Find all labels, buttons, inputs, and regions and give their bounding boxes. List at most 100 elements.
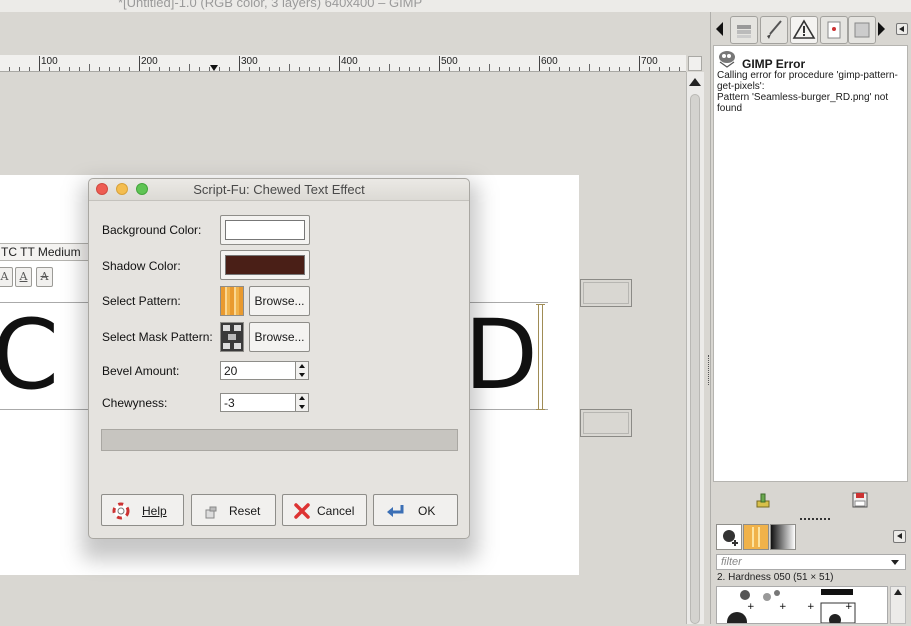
cancel-button[interactable]: Cancel (282, 494, 367, 526)
mask-pattern-preview[interactable] (220, 322, 244, 352)
tab-patterns[interactable] (848, 16, 876, 44)
bevel-amount-value: 20 (224, 364, 238, 378)
chewyness-label: Chewyness: (102, 396, 168, 410)
tab-brushes[interactable] (760, 16, 788, 44)
brush-grid[interactable]: + + + + (716, 586, 888, 626)
browse-pattern-button[interactable]: Browse... (249, 286, 310, 316)
ruler-minor-tick (599, 67, 600, 71)
mask-pattern-icon (223, 325, 241, 349)
brushes-menu-button[interactable] (893, 530, 906, 543)
ruler-minor-tick (389, 64, 390, 71)
pattern-preview[interactable] (220, 286, 244, 316)
transform-handle-bottom[interactable] (580, 409, 632, 437)
dock-grip[interactable] (800, 518, 830, 521)
font-name: TC TT Medium (1, 245, 81, 259)
navigate-corner-button[interactable] (688, 56, 702, 71)
ok-label: OK (418, 504, 436, 518)
pattern-swatch-icon (747, 527, 765, 547)
tab-scroll-left-icon[interactable] (716, 22, 723, 36)
chevron-down-icon[interactable] (891, 560, 899, 565)
text-cursor (536, 304, 545, 410)
ruler-minor-tick (629, 67, 630, 71)
ruler-minor-tick (619, 67, 620, 71)
ruler-minor-tick (329, 67, 330, 71)
svg-text:+: + (747, 602, 755, 612)
background-color-swatch (225, 220, 305, 240)
ruler-minor-tick (529, 67, 530, 71)
ruler-minor-tick (59, 67, 60, 71)
canvas-text-left: C (0, 299, 62, 411)
ruler-minor-tick (459, 67, 460, 71)
ruler-minor-tick (499, 67, 500, 71)
scroll-up-arrow-icon[interactable] (689, 78, 701, 86)
help-button[interactable]: Help (101, 494, 184, 526)
ruler-minor-tick (309, 67, 310, 71)
tab-patterns-panel[interactable] (743, 524, 769, 550)
browse-mask-pattern-button[interactable]: Browse... (249, 322, 310, 352)
selected-brush-name: 2. Hardness 050 (51 × 51) (717, 572, 834, 583)
ruler-label: 700 (641, 56, 658, 67)
wilber-icon (719, 51, 735, 68)
tab-gradients-panel[interactable] (770, 524, 796, 550)
bold-style-button[interactable]: A (0, 267, 13, 287)
spinner-arrows-icon[interactable] (295, 394, 308, 411)
ruler-minor-tick (649, 67, 650, 71)
ruler-minor-tick (9, 67, 10, 71)
save-log-icon[interactable] (851, 491, 869, 509)
tab-brushes-panel[interactable] (716, 524, 742, 550)
brush-scrollbar[interactable] (890, 586, 906, 624)
ruler-tick (139, 56, 140, 71)
ruler-minor-tick (129, 67, 130, 71)
svg-text:+: + (779, 602, 787, 612)
ruler-minor-tick (319, 67, 320, 71)
ruler-minor-tick (399, 67, 400, 71)
ruler-pointer-marker (210, 65, 218, 71)
reset-label: Reset (229, 504, 261, 518)
dialog-titlebar[interactable]: Script-Fu: Chewed Text Effect (89, 179, 469, 201)
ruler-minor-tick (279, 67, 280, 71)
ruler-minor-tick (589, 64, 590, 71)
ruler-label: 200 (141, 56, 158, 67)
ruler-minor-tick (469, 67, 470, 71)
bevel-amount-label: Bevel Amount: (102, 364, 180, 378)
horizontal-ruler[interactable]: 100 200 300 400 500 600 700 (0, 55, 686, 72)
strikethrough-style-button[interactable]: A (36, 267, 53, 287)
background-color-button[interactable] (220, 215, 310, 245)
ruler-minor-tick (409, 67, 410, 71)
ruler-minor-tick (299, 67, 300, 71)
ruler-minor-tick (199, 67, 200, 71)
bevel-amount-spinner[interactable]: 20 (220, 361, 309, 380)
tab-scroll-right-icon[interactable] (878, 22, 885, 36)
ruler-tick (639, 56, 640, 71)
chewyness-spinner[interactable]: -3 (220, 393, 309, 412)
spinner-arrows-icon[interactable] (295, 362, 308, 379)
underline-style-button[interactable]: A (15, 267, 32, 287)
ruler-tick (239, 56, 240, 71)
ok-button[interactable]: OK (373, 494, 458, 526)
ruler-minor-tick (669, 67, 670, 71)
ruler-label: 400 (341, 56, 358, 67)
reset-button[interactable]: Reset (191, 494, 276, 526)
scroll-up-arrow-icon[interactable] (894, 589, 902, 595)
shadow-color-button[interactable] (220, 250, 310, 280)
ruler-label: 500 (441, 56, 458, 67)
error-message: Calling error for procedure 'gimp-patter… (717, 70, 898, 114)
reset-icon (205, 506, 217, 519)
scrollbar-thumb[interactable] (690, 94, 700, 624)
dock-splitter[interactable] (708, 355, 711, 385)
ruler-minor-tick (249, 67, 250, 71)
tab-error-console[interactable] (790, 16, 818, 44)
ruler-minor-tick (89, 64, 90, 71)
brush-filter-input[interactable]: filter (716, 554, 906, 570)
error-console-panel: GIMP Error Calling error for procedure '… (713, 45, 908, 482)
clear-console-icon[interactable] (754, 491, 772, 509)
dock-menu-button[interactable] (896, 23, 908, 35)
tab-menu-arrow-icon (899, 26, 904, 32)
ruler-tick (39, 56, 40, 71)
tab-images[interactable] (820, 16, 848, 44)
tab-layers[interactable] (730, 16, 758, 44)
transform-handle-top[interactable] (580, 279, 632, 307)
ruler-minor-tick (479, 67, 480, 71)
ruler-minor-tick (289, 64, 290, 71)
ruler-minor-tick (359, 67, 360, 71)
